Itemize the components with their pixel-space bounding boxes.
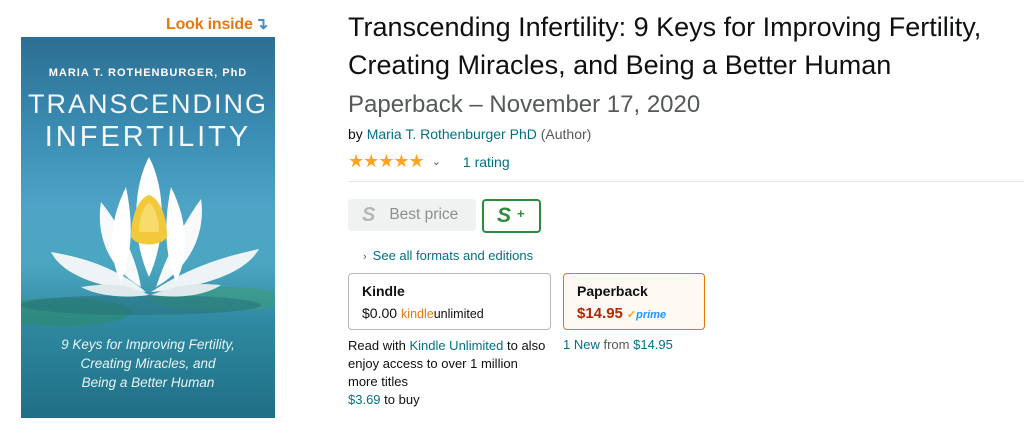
from-text: from (603, 337, 630, 352)
paperback-format-option[interactable]: Paperback $14.95 ✓prime (563, 273, 705, 330)
new-offers: 1 New from $14.95 (563, 337, 673, 352)
rating-row: ★★★★★ ⌄ 1 rating (348, 151, 510, 172)
s-plus-badge[interactable]: S + (482, 199, 541, 233)
to-buy-text: to buy (384, 392, 420, 407)
book-cover-image[interactable]: MARIA T. ROTHENBURGER, PhD TRANSCENDING … (21, 37, 275, 418)
cover-subtitle: 9 Keys for Improving Fertility, Creating… (21, 335, 275, 392)
chevron-right-icon: › (363, 251, 367, 263)
cover-title-line2: INFERTILITY (44, 121, 252, 153)
new-offers-link[interactable]: 1 New (563, 337, 600, 352)
kindle-unlimited-logo: kindleunlimited (401, 307, 484, 321)
author-link[interactable]: Maria T. Rothenburger PhD (367, 126, 537, 142)
cover-subtitle-line: 9 Keys for Improving Fertility, (61, 337, 235, 352)
by-label: by (348, 126, 363, 142)
paperback-price-row: $14.95 ✓prime (577, 305, 666, 322)
look-inside-label: Look inside (166, 16, 253, 33)
best-price-badge: S Best price (348, 199, 476, 231)
star-rating-icon[interactable]: ★★★★★ (348, 151, 425, 172)
format-and-date: Paperback – November 17, 2020 (348, 91, 701, 118)
divider (348, 181, 1024, 182)
best-price-label: Best price (389, 206, 459, 223)
kindle-unlimited-note: Read with Kindle Unlimited to also enjoy… (348, 337, 548, 409)
cover-author: MARIA T. ROTHENBURGER, PhD (48, 67, 248, 79)
kindle-format-name: Kindle (362, 283, 405, 299)
paperback-price: $14.95 (577, 305, 623, 322)
paperback-format-name: Paperback (577, 283, 648, 299)
best-price-s-icon: S (362, 203, 376, 226)
plus-icon: + (517, 205, 525, 221)
kindle-buy-price-link[interactable]: $3.69 (348, 392, 381, 407)
kindle-price-row: $0.00 kindleunlimited (362, 305, 484, 321)
see-all-formats-label: See all formats and editions (372, 248, 534, 263)
arrow-down-icon: ↴ (254, 16, 268, 33)
chevron-down-icon[interactable]: ⌄ (432, 155, 441, 168)
rating-count-link[interactable]: 1 rating (463, 154, 510, 170)
see-all-formats-link[interactable]: › See all formats and editions (363, 248, 533, 263)
s-plus-icon: S (497, 204, 512, 227)
cover-subtitle-line: Being a Better Human (81, 375, 215, 390)
kindle-price: $0.00 (362, 305, 398, 321)
cover-subtitle-line: Creating Miracles, and (80, 356, 216, 371)
kindle-unlimited-link[interactable]: Kindle Unlimited (409, 338, 503, 353)
read-with-text: Read with (348, 338, 406, 353)
product-title: Transcending Infertility: 9 Keys for Imp… (348, 8, 1008, 124)
product-title-text: Transcending Infertility: 9 Keys for Imp… (348, 12, 982, 80)
look-inside-link[interactable]: Look inside ↴ (166, 14, 268, 34)
prime-icon: ✓prime (626, 309, 667, 321)
kindle-format-option[interactable]: Kindle $0.00 kindleunlimited (348, 273, 551, 330)
cover-title-line1: TRANSCENDING (27, 89, 268, 119)
new-from-price[interactable]: $14.95 (633, 337, 673, 352)
byline: by Maria T. Rothenburger PhD (Author) (348, 126, 591, 142)
author-role: (Author) (540, 126, 592, 142)
